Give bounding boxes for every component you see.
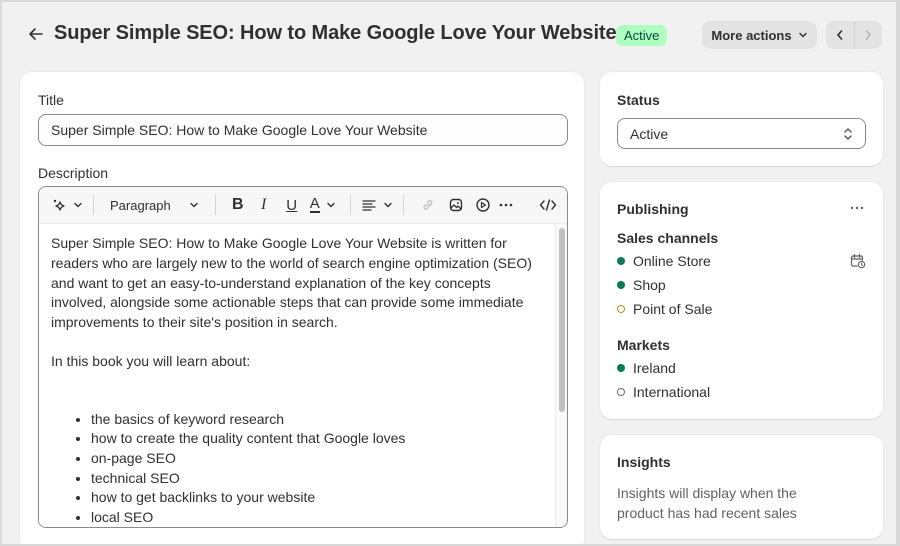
status-heading: Status — [617, 92, 660, 108]
list-item: technical SEO — [91, 469, 543, 489]
paragraph-style-select[interactable]: Paragraph — [104, 192, 205, 218]
more-actions-button[interactable]: More actions — [702, 21, 817, 49]
publishing-menu-button[interactable] — [849, 200, 865, 219]
select-arrows-icon — [844, 127, 852, 140]
list-item: how to get backlinks to your website — [91, 488, 543, 508]
chevron-down-icon — [74, 202, 82, 208]
insert-video-button[interactable] — [470, 192, 496, 218]
market-international: International — [617, 384, 710, 400]
product-page: Super Simple SEO: How to Make Google Lov… — [2, 2, 896, 544]
markets-label: Markets — [617, 337, 670, 353]
more-actions-label: More actions — [711, 27, 792, 43]
chevron-down-icon — [190, 202, 198, 208]
channel-name: Shop — [633, 277, 666, 293]
status-badge: Active — [616, 25, 668, 46]
list-item: the basics of keyword research — [91, 410, 543, 430]
description-list: the basics of keyword research how to cr… — [51, 410, 543, 527]
text-color-button[interactable]: A — [306, 192, 340, 218]
list-item: local SEO — [91, 508, 543, 527]
html-view-button[interactable] — [537, 192, 559, 218]
description-lead: In this book you will learn about: — [51, 352, 251, 369]
bold-button[interactable]: B — [226, 192, 250, 218]
play-circle-icon — [476, 198, 490, 212]
italic-button[interactable]: I — [250, 192, 278, 218]
title-label: Title — [38, 92, 64, 108]
back-button[interactable] — [26, 24, 46, 44]
chevron-right-icon — [865, 30, 872, 40]
paragraph-style-label: Paragraph — [110, 197, 171, 213]
link-button[interactable] — [414, 192, 442, 218]
description-editor: Paragraph B I U A Super Simple SEO: How … — [38, 186, 568, 528]
unpublished-dot-icon — [617, 388, 625, 396]
market-name: International — [633, 384, 711, 400]
channel-online-store: Online Store — [617, 253, 711, 269]
previous-product-button[interactable] — [826, 21, 854, 49]
description-intro: Super Simple SEO: How to Make Google Lov… — [51, 235, 532, 331]
published-dot-icon — [617, 364, 625, 372]
channel-shop: Shop — [617, 277, 666, 293]
product-details-card: Title Description Paragraph B I U A — [20, 72, 584, 544]
status-selected-value: Active — [630, 125, 669, 142]
schedule-button[interactable] — [849, 252, 867, 273]
toolbar-divider — [93, 195, 94, 215]
underline-button[interactable]: U — [278, 192, 306, 218]
toolbar-divider — [214, 195, 216, 215]
next-product-button[interactable] — [853, 21, 883, 49]
toolbar-divider — [349, 195, 351, 215]
arrow-left-icon — [29, 28, 43, 40]
page-title: Super Simple SEO: How to Make Google Lov… — [54, 22, 617, 44]
sparkle-icon — [53, 199, 65, 211]
channel-point-of-sale: Point of Sale — [617, 301, 712, 317]
code-icon — [539, 199, 556, 211]
ai-generate-button[interactable] — [51, 192, 83, 218]
editor-scrollbar[interactable] — [555, 224, 567, 527]
title-input[interactable] — [38, 114, 568, 146]
scrollbar-thumb[interactable] — [559, 228, 565, 412]
more-formatting-button[interactable] — [496, 192, 516, 218]
editor-toolbar: Paragraph B I U A — [39, 187, 567, 224]
ellipsis-icon — [850, 206, 864, 210]
pending-dot-icon — [617, 305, 625, 313]
channel-name: Online Store — [633, 253, 711, 269]
market-ireland: Ireland — [617, 360, 676, 376]
chevron-down-icon — [327, 202, 335, 208]
ellipsis-icon — [499, 203, 513, 207]
channel-name: Point of Sale — [633, 301, 713, 317]
align-left-icon — [362, 200, 376, 211]
chevron-left-icon — [836, 30, 843, 40]
market-name: Ireland — [633, 360, 676, 376]
published-dot-icon — [617, 257, 625, 265]
published-dot-icon — [617, 281, 625, 289]
insights-heading: Insights — [617, 454, 671, 470]
insights-message: Insights will display when the product h… — [617, 485, 797, 521]
insert-image-button[interactable] — [442, 192, 470, 218]
list-item: how to create the quality content that G… — [91, 429, 543, 449]
status-card: Status Active — [600, 72, 883, 166]
publishing-heading: Publishing — [617, 201, 689, 217]
page-header: Super Simple SEO: How to Make Google Lov… — [2, 2, 896, 68]
insights-card: Insights Insights will display when the … — [600, 435, 883, 539]
text-color-icon: A — [309, 195, 320, 213]
chevron-down-icon — [798, 32, 807, 38]
image-icon — [449, 198, 462, 212]
publishing-card: Publishing Sales channels Online Store S… — [600, 182, 883, 419]
list-item: on-page SEO — [91, 449, 543, 469]
description-content[interactable]: Super Simple SEO: How to Make Google Lov… — [39, 224, 555, 527]
product-pager — [826, 21, 882, 49]
description-label: Description — [38, 165, 109, 181]
toolbar-divider — [402, 195, 404, 215]
link-icon — [423, 200, 433, 210]
chevron-down-icon — [384, 202, 392, 208]
calendar-clock-icon — [850, 253, 866, 269]
align-button[interactable] — [361, 192, 393, 218]
status-select[interactable]: Active — [617, 118, 866, 149]
sales-channels-label: Sales channels — [617, 230, 719, 246]
